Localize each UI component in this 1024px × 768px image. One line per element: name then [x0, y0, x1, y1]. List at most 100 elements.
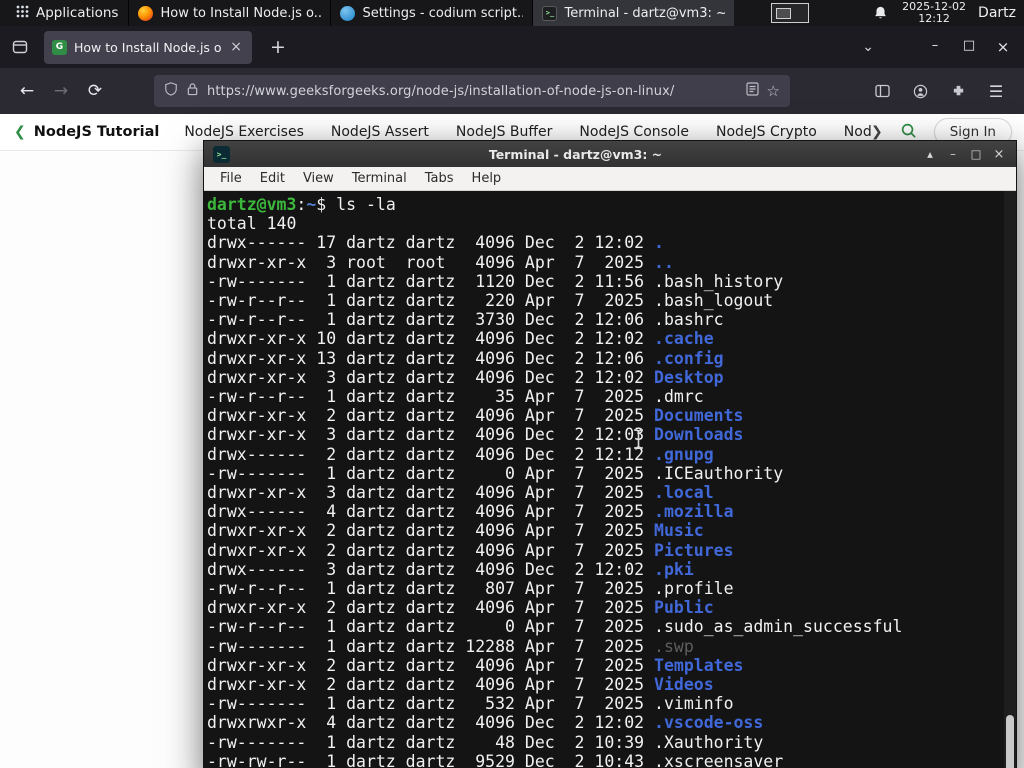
back-button[interactable]: ←	[10, 74, 44, 108]
maximize-button[interactable]: □	[952, 38, 986, 56]
close-button[interactable]: ×	[986, 38, 1020, 56]
listing-meta: -rw-r--r-- 1 dartz dartz 807 Apr 7 2025	[207, 579, 655, 599]
terminal-close-button[interactable]: ×	[990, 147, 1008, 162]
list-all-tabs-icon[interactable]: ⌄	[854, 39, 882, 55]
total-line: total 140	[207, 214, 297, 234]
site-nav-link[interactable]: NodeJS Exercises	[184, 124, 304, 140]
file-listing: drwx------ 17 dartz dartz 4096 Dec 2 12:…	[207, 233, 1002, 768]
listing-meta: -rw-r--r-- 1 dartz dartz 220 Apr 7 2025	[207, 291, 655, 311]
terminal-maximize-button[interactable]: □	[967, 147, 985, 162]
terminal-window: >_ Terminal - dartz@vm3: ~ ▴ – □ × File E…	[203, 140, 1017, 768]
site-nav-link[interactable]: NodeJS DNS	[844, 124, 871, 140]
prompt-user-host: dartz@vm3	[207, 195, 297, 214]
terminal-minimize-button[interactable]: –	[944, 147, 962, 162]
listing-line: drwxr-xr-x 2 dartz dartz 4096 Apr 7 2025…	[207, 598, 1002, 617]
site-nav-link[interactable]: NodeJS Crypto	[716, 124, 817, 140]
listing-line: -rw------- 1 dartz dartz 532 Apr 7 2025 …	[207, 694, 1002, 713]
panel-window-button[interactable]: Settings - codium script...	[330, 0, 532, 26]
toolbar-right-icons: ☰	[866, 75, 1012, 107]
listing-line: drwxr-xr-x 2 dartz dartz 4096 Apr 7 2025…	[207, 521, 1002, 540]
listing-name: .sudo_as_admin_successful	[654, 617, 903, 637]
panel-window-buttons: How to Install Node.js o... Settings - co…	[128, 0, 735, 26]
reader-mode-icon[interactable]	[745, 82, 759, 100]
terminal-menu-tabs[interactable]: Tabs	[416, 171, 463, 186]
listing-line: drwxr-xr-x 13 dartz dartz 4096 Dec 2 12:…	[207, 349, 1002, 368]
browser-tab-active[interactable]: G How to Install Node.js on ×	[44, 30, 252, 64]
site-nav-link[interactable]: NodeJS Assert	[331, 124, 429, 140]
chevron-right-icon[interactable]: ❯	[871, 124, 883, 140]
panel-clock[interactable]: 2025-12-02 12:12	[902, 1, 966, 25]
browser-tab-bar: G How to Install Node.js on × + ⌄ – □ ×	[0, 26, 1024, 68]
listing-line: -rw-r--r-- 1 dartz dartz 220 Apr 7 2025 …	[207, 291, 1002, 310]
shade-button[interactable]: ▴	[921, 147, 939, 162]
terminal-menu-terminal[interactable]: Terminal	[343, 171, 416, 186]
workspace-switcher[interactable]	[771, 3, 810, 23]
listing-name: .swp	[654, 636, 694, 656]
terminal-menu-help[interactable]: Help	[463, 171, 511, 186]
listing-name: .dmrc	[654, 387, 704, 407]
panel-window-button[interactable]: >_ Terminal - dartz@vm3: ~	[532, 0, 735, 26]
listing-name: .xscreensaver	[654, 751, 784, 768]
terminal-scrollbar[interactable]	[1004, 191, 1016, 768]
menu-icon[interactable]: ☰	[980, 75, 1012, 107]
notification-bell-icon[interactable]	[873, 5, 888, 21]
listing-line: drwx------ 2 dartz dartz 4096 Dec 2 12:1…	[207, 445, 1002, 464]
listing-name: Music	[654, 521, 704, 541]
site-nav-back-link[interactable]: ❮ NodeJS Tutorial	[14, 124, 159, 140]
command-text: ls -la	[336, 195, 396, 214]
terminal-menu-file[interactable]: File	[211, 171, 251, 186]
url-bar[interactable]: https://www.geeksforgeeks.org/node-js/in…	[154, 75, 790, 107]
lock-icon[interactable]	[186, 82, 199, 100]
terminal-menu-edit[interactable]: Edit	[251, 171, 294, 186]
listing-meta: -rw------- 1 dartz dartz 1120 Dec 2 11:5…	[207, 271, 655, 291]
site-nav-link[interactable]: NodeJS Console	[579, 124, 689, 140]
firefox-view-icon[interactable]	[12, 39, 28, 55]
listing-name: .cache	[654, 329, 714, 349]
new-tab-button[interactable]: +	[264, 36, 292, 58]
listing-meta: drwx------ 3 dartz dartz 4096 Dec 2 12:0…	[207, 559, 655, 579]
listing-meta: drwx------ 2 dartz dartz 4096 Dec 2 12:1…	[207, 444, 655, 464]
site-nav-links: NodeJS Exercises NodeJS Assert NodeJS Buff…	[184, 124, 871, 140]
account-icon[interactable]	[904, 75, 936, 107]
listing-meta: -rw-r--r-- 1 dartz dartz 3730 Dec 2 12:0…	[207, 310, 655, 330]
terminal-menu-view[interactable]: View	[294, 171, 343, 186]
listing-name: Downloads	[654, 425, 744, 445]
top-panel: Applications How to Install Node.js o...…	[0, 0, 1024, 26]
listing-line: drwxr-xr-x 10 dartz dartz 4096 Dec 2 12:…	[207, 329, 1002, 348]
panel-window-button[interactable]: How to Install Node.js o...	[128, 0, 330, 26]
listing-name: ..	[654, 252, 674, 272]
terminal-window-title: Terminal - dartz@vm3: ~	[488, 146, 663, 162]
forward-button[interactable]: →	[44, 74, 78, 108]
geeksforgeeks-favicon: G	[52, 39, 67, 55]
tracking-shield-icon[interactable]	[164, 82, 178, 100]
bookmark-star-icon[interactable]: ☆	[767, 82, 780, 100]
clock-time: 12:12	[918, 12, 950, 25]
listing-meta: drwxr-xr-x 13 dartz dartz 4096 Dec 2 12:…	[207, 348, 655, 368]
listing-name: .ICEauthority	[654, 463, 784, 483]
listing-name: Documents	[654, 406, 744, 426]
listing-name: .vscode-oss	[654, 713, 764, 733]
listing-name: .config	[654, 348, 724, 368]
terminal-scrollbar-thumb[interactable]	[1006, 715, 1014, 768]
url-text: https://www.geeksforgeeks.org/node-js/in…	[207, 83, 675, 99]
applications-menu-button[interactable]: Applications	[6, 0, 128, 26]
site-nav-link[interactable]: NodeJS Buffer	[456, 124, 553, 140]
listing-meta: -rw-r--r-- 1 dartz dartz 35 Apr 7 2025	[207, 387, 655, 407]
listing-name: .Xauthority	[654, 732, 764, 752]
terminal-title-bar[interactable]: >_ Terminal - dartz@vm3: ~ ▴ – □ ×	[204, 141, 1016, 167]
window-title-label: Settings - codium script...	[362, 5, 524, 21]
listing-meta: drwxr-xr-x 2 dartz dartz 4096 Apr 7 2025	[207, 521, 655, 541]
firefox-favicon	[138, 5, 154, 21]
workspace-window-thumb	[776, 7, 792, 19]
minimize-button[interactable]: –	[918, 38, 952, 56]
reload-button[interactable]: ⟳	[78, 74, 112, 108]
extensions-icon[interactable]	[942, 75, 974, 107]
listing-line: drwxr-xr-x 3 dartz dartz 4096 Dec 2 12:0…	[207, 425, 1002, 444]
user-menu-button[interactable]: Dartz	[978, 5, 1016, 21]
tab-close-icon[interactable]: ×	[228, 39, 244, 55]
listing-meta: drwx------ 4 dartz dartz 4096 Apr 7 2025	[207, 502, 655, 522]
listing-line: drwxr-xr-x 3 dartz dartz 4096 Dec 2 12:0…	[207, 368, 1002, 387]
terminal-output[interactable]: dartz@vm3:~$ ls -la total 140 drwx------…	[204, 191, 1016, 768]
sidebar-icon[interactable]	[866, 75, 898, 107]
listing-meta: drwxr-xr-x 3 dartz dartz 4096 Apr 7 2025	[207, 483, 655, 503]
